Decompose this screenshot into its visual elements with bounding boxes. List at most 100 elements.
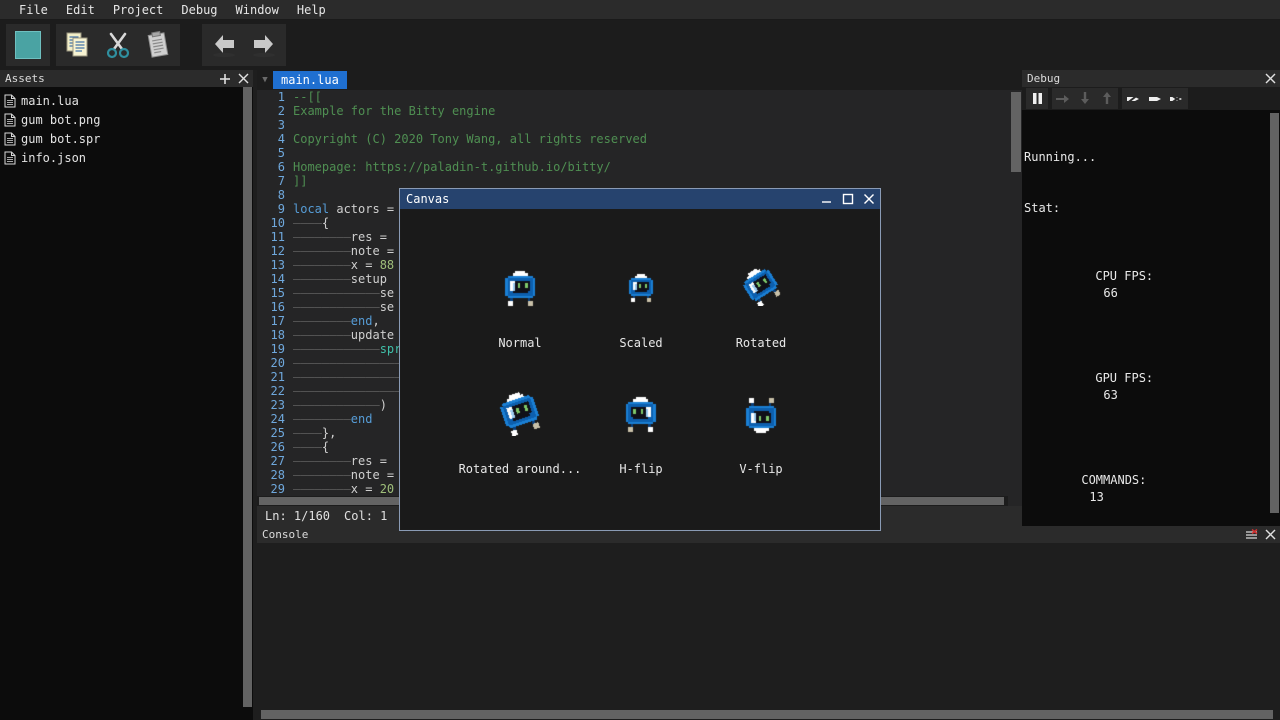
- clear-console-button[interactable]: [1245, 529, 1258, 541]
- asset-name: gum bot.spr: [21, 132, 100, 146]
- canvas-window[interactable]: Canvas NormalScaledRotatedRotated around…: [399, 188, 881, 531]
- code-line-text: ————————————se: [293, 300, 394, 314]
- step-out-icon: [1100, 91, 1114, 106]
- gum-bot-sprite: [497, 390, 543, 436]
- redo-button[interactable]: [244, 25, 284, 65]
- sprite-flip-h: [621, 394, 661, 434]
- step-over-button[interactable]: [1052, 88, 1074, 109]
- code-line-text: ————————note =: [293, 468, 394, 482]
- step-out-button[interactable]: [1096, 88, 1118, 109]
- close-assets-panel-button[interactable]: [238, 73, 249, 84]
- stat-label: COMMANDS:: [1081, 473, 1146, 487]
- canvas-surface[interactable]: NormalScaledRotatedRotated around...H-fl…: [401, 210, 879, 529]
- code-line-text: Copyright (C) 2020 Tony Wang, all rights…: [293, 132, 647, 146]
- console-horizontal-scrollbar[interactable]: [257, 708, 1280, 720]
- pause-button[interactable]: [1026, 88, 1048, 109]
- paste-icon: [143, 30, 173, 60]
- line-number: 1: [257, 90, 293, 104]
- close-debug-panel-button[interactable]: [1265, 73, 1276, 84]
- tab-main-lua[interactable]: main.lua: [273, 71, 347, 89]
- gum-bot-sprite: [741, 396, 781, 436]
- code-line-text: ————————res =: [293, 454, 394, 468]
- minimize-button[interactable]: [821, 193, 833, 205]
- console-horizontal-scrollbar-thumb[interactable]: [261, 710, 1273, 719]
- list-item[interactable]: gum bot.spr: [0, 129, 239, 148]
- code-line-text: ————————update: [293, 328, 394, 342]
- gum-bot-sprite: [741, 266, 781, 306]
- debug-scrollbar-thumb[interactable]: [1270, 113, 1279, 513]
- code-line: 6Homepage: https://paladin-t.github.io/b…: [257, 160, 1022, 174]
- assets-list: main.lua gum bot.png gum bot.spr: [0, 87, 239, 720]
- debug-panel-header: Debug: [1022, 70, 1280, 87]
- sprite-none: [500, 268, 540, 308]
- list-item[interactable]: main.lua: [0, 91, 239, 110]
- pause-icon: [1030, 91, 1045, 106]
- console-output[interactable]: [257, 543, 1280, 708]
- menu-file[interactable]: File: [10, 1, 57, 19]
- line-number: 28: [257, 468, 293, 482]
- line-number: 23: [257, 398, 293, 412]
- console-panel-title: Console: [262, 528, 308, 541]
- menu-edit[interactable]: Edit: [57, 1, 104, 19]
- status-line-indicator: Ln: 1/160: [265, 509, 330, 523]
- step-into-button[interactable]: [1074, 88, 1096, 109]
- code-line-text: ————————————se: [293, 286, 394, 300]
- file-icon: [4, 132, 16, 146]
- assets-panel-header: Assets: [0, 70, 253, 87]
- asset-name: gum bot.png: [21, 113, 100, 127]
- editor-vertical-scrollbar-thumb[interactable]: [1011, 92, 1021, 172]
- line-number: 19: [257, 342, 293, 356]
- paste-button[interactable]: [138, 25, 178, 65]
- debug-status: Running...: [1024, 149, 1266, 166]
- clear-breakpoints-button[interactable]: [1166, 88, 1188, 109]
- debug-group-run: [1026, 88, 1048, 109]
- chevron-down-icon[interactable]: ▼: [257, 70, 273, 90]
- gum-bot-sprite: [621, 394, 661, 434]
- close-button[interactable]: [863, 193, 875, 205]
- toolbar-group-clipboard: [56, 24, 180, 66]
- list-item[interactable]: info.json: [0, 148, 239, 167]
- code-line-text: Example for the Bitty engine: [293, 104, 495, 118]
- menu-window[interactable]: Window: [227, 1, 288, 19]
- close-icon: [1265, 73, 1276, 84]
- canvas-window-titlebar[interactable]: Canvas: [400, 189, 880, 209]
- step-over-icon: [1055, 92, 1071, 106]
- code-line-text: ————————x = 20: [293, 482, 394, 496]
- assets-scrollbar[interactable]: [240, 87, 253, 720]
- menu-debug[interactable]: Debug: [172, 1, 226, 19]
- code-line-text: ————{: [293, 216, 329, 230]
- sprite-label: Rotated: [641, 336, 881, 350]
- plus-icon: [219, 73, 231, 85]
- cut-button[interactable]: [98, 25, 138, 65]
- line-number: 7: [257, 174, 293, 188]
- editor-vertical-scrollbar[interactable]: [1008, 90, 1022, 490]
- line-number: 15: [257, 286, 293, 300]
- debug-group-step: [1052, 88, 1118, 109]
- sprite-scale: [625, 272, 657, 304]
- line-number: 20: [257, 356, 293, 370]
- code-line-text: ————{: [293, 440, 329, 454]
- stat-value: 63: [1103, 388, 1117, 402]
- add-asset-button[interactable]: [219, 73, 231, 85]
- minimize-icon: [821, 193, 833, 205]
- menu-project[interactable]: Project: [104, 1, 173, 19]
- assets-scrollbar-thumb[interactable]: [243, 87, 252, 707]
- line-number: 27: [257, 454, 293, 468]
- line-number: 11: [257, 230, 293, 244]
- code-line-text: local actors =: [293, 202, 401, 216]
- debug-scrollbar[interactable]: [1267, 111, 1280, 526]
- undo-button[interactable]: [204, 25, 244, 65]
- maximize-button[interactable]: [842, 193, 854, 205]
- step-into-icon: [1078, 91, 1092, 106]
- enable-breakpoints-button[interactable]: [1144, 88, 1166, 109]
- list-item[interactable]: gum bot.png: [0, 110, 239, 129]
- debug-stat-label: Stat:: [1024, 200, 1266, 217]
- stat-value: 13: [1089, 490, 1103, 504]
- sprite-flip-v: [741, 396, 781, 436]
- menu-help[interactable]: Help: [288, 1, 335, 19]
- toggle-breakpoint-button[interactable]: [1122, 88, 1144, 109]
- stop-button[interactable]: [8, 25, 48, 65]
- line-number: 4: [257, 132, 293, 146]
- close-console-panel-button[interactable]: [1265, 529, 1276, 540]
- copy-button[interactable]: [58, 25, 98, 65]
